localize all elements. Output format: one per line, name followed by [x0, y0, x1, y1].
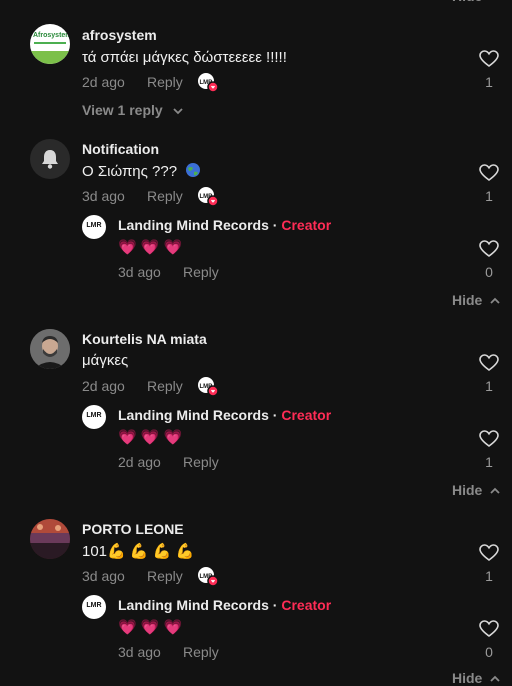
comment-author[interactable]: afrosystem: [82, 27, 157, 43]
like-heart-icon[interactable]: [479, 50, 499, 68]
reply-text: 💗 💗 💗: [118, 429, 183, 446]
liked-by-creator-icon: LMR: [198, 566, 219, 587]
creator-badge: Creator: [281, 217, 332, 233]
creator-avatar-text: LMR: [86, 602, 102, 609]
avatar-notification[interactable]: [30, 139, 70, 179]
like-count: 1: [485, 378, 493, 394]
like-heart-icon[interactable]: [479, 354, 499, 372]
like-count: 1: [485, 188, 493, 204]
comment-time: 3d ago: [82, 568, 125, 584]
bell-icon: [42, 150, 58, 169]
hide-label: Hide: [452, 0, 482, 4]
globe-icon: [186, 163, 201, 177]
reply-button[interactable]: Reply: [147, 378, 183, 394]
hide-replies-button-top[interactable]: Hide: [452, 0, 500, 4]
liked-by-creator-icon: LMR: [198, 376, 219, 397]
hide-label: Hide: [452, 292, 483, 308]
comment-time: 2d ago: [82, 74, 125, 90]
creator-avatar[interactable]: LMR: [82, 595, 106, 619]
comment-author[interactable]: Kourtelis NA miata: [82, 331, 207, 347]
reply-button[interactable]: Reply: [183, 454, 219, 470]
chevron-up-icon: [490, 488, 500, 494]
creator-avatar-text: LMR: [86, 412, 102, 419]
like-heart-icon[interactable]: [479, 620, 499, 638]
hide-replies-button[interactable]: Hide: [452, 292, 500, 308]
creator-avatar[interactable]: LMR: [82, 215, 106, 239]
view-replies-label: View 1 reply: [82, 102, 163, 118]
reply-author-line: Landing Mind Records · Creator: [118, 217, 331, 233]
like-heart-icon[interactable]: [479, 544, 499, 562]
chevron-up-icon: [490, 298, 500, 304]
like-count: 1: [485, 454, 493, 470]
reply-button[interactable]: Reply: [147, 74, 183, 90]
comment-time: 2d ago: [82, 378, 125, 394]
comment-author[interactable]: PORTO LEONE: [82, 521, 184, 537]
comment-text-content: Ο Σιώπης ???: [82, 163, 178, 180]
creator-avatar-text: LMR: [86, 222, 102, 229]
reply-button[interactable]: Reply: [147, 188, 183, 204]
comment-text: μάγκες: [82, 352, 129, 369]
reply-author-line: Landing Mind Records · Creator: [118, 407, 331, 423]
reply-author-line: Landing Mind Records · Creator: [118, 597, 331, 613]
creator-badge: Creator: [281, 597, 332, 613]
avatar-afrosystem[interactable]: Afrosystem: [30, 24, 70, 64]
avatar-kourtelis[interactable]: [30, 329, 70, 369]
hide-label: Hide: [452, 482, 483, 498]
reply-author[interactable]: Landing Mind Records: [118, 217, 269, 233]
liked-by-creator-icon: LMR: [198, 186, 219, 207]
creator-badge: Creator: [281, 407, 332, 423]
chevron-up-icon: [490, 676, 500, 682]
reply-author[interactable]: Landing Mind Records: [118, 597, 269, 613]
comment-author[interactable]: Notification: [82, 141, 159, 157]
reply-time: 3d ago: [118, 644, 161, 660]
reply-text: 💗 💗 💗: [118, 619, 183, 636]
avatar-porto-leone[interactable]: [30, 519, 70, 559]
like-count: 1: [485, 568, 493, 584]
comment-time: 3d ago: [82, 188, 125, 204]
like-heart-icon[interactable]: [479, 164, 499, 182]
like-heart-icon[interactable]: [479, 240, 499, 258]
separator: ·: [272, 217, 278, 233]
creator-avatar[interactable]: LMR: [82, 405, 106, 429]
reply-button[interactable]: Reply: [147, 568, 183, 584]
reply-button[interactable]: Reply: [183, 264, 219, 280]
chevron-up-icon: [490, 0, 500, 2]
avatar-logo-text: Afrosystem: [33, 32, 70, 39]
hide-replies-button[interactable]: Hide: [452, 670, 500, 686]
like-count: 0: [485, 264, 493, 280]
hide-replies-button[interactable]: Hide: [452, 482, 500, 498]
reply-time: 3d ago: [118, 264, 161, 280]
liked-by-creator-icon: LMR: [198, 72, 219, 93]
separator: ·: [272, 597, 278, 613]
comment-text: τά σπάει μάγκες δώστεεεεε !!!!!: [82, 49, 287, 66]
reply-time: 2d ago: [118, 454, 161, 470]
reply-text: 💗 💗 💗: [118, 239, 183, 256]
reply-author[interactable]: Landing Mind Records: [118, 407, 269, 423]
like-count: 0: [485, 644, 493, 660]
separator: ·: [272, 407, 278, 423]
comment-text: Ο Σιώπης ???: [82, 162, 201, 180]
view-replies-button[interactable]: View 1 reply: [82, 102, 183, 118]
reply-button[interactable]: Reply: [183, 644, 219, 660]
like-heart-icon[interactable]: [479, 430, 499, 448]
chevron-down-icon: [172, 108, 183, 115]
like-count: 1: [485, 74, 493, 90]
comment-text: 101💪 💪 💪 💪: [82, 543, 195, 560]
hide-label: Hide: [452, 670, 483, 686]
